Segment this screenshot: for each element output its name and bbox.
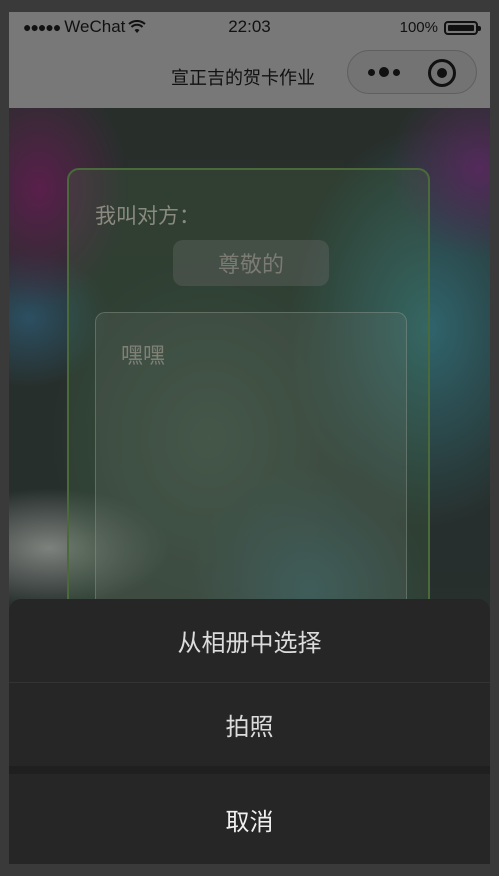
page-title: 宣正吉的贺卡作业: [171, 68, 315, 89]
menu-capsule: [347, 50, 477, 94]
battery-percent: 100%: [399, 19, 438, 36]
greeting-select[interactable]: 尊敬的: [173, 240, 329, 286]
phone-screen: ●●●●● WeChat 22:03 100% 宣正吉的贺卡作业 我叫对方： 尊…: [9, 12, 490, 864]
take-photo-button[interactable]: 拍照: [9, 683, 490, 766]
cancel-button[interactable]: 取消: [9, 774, 490, 864]
recipient-label: 我叫对方：: [95, 204, 200, 228]
battery-fill: [448, 24, 474, 31]
action-sheet: 从相册中选择 拍照 取消: [9, 599, 490, 864]
nav-bar: 宣正吉的贺卡作业: [9, 44, 490, 108]
battery-status: 100%: [399, 19, 481, 36]
close-circle-icon[interactable]: [428, 59, 456, 87]
battery-icon: [444, 20, 481, 35]
more-icon[interactable]: [362, 57, 406, 87]
status-bar: ●●●●● WeChat 22:03 100%: [9, 12, 490, 44]
choose-from-album-button[interactable]: 从相册中选择: [9, 599, 490, 683]
sheet-divider: [9, 766, 490, 774]
message-text: 嘿嘿: [121, 344, 166, 369]
